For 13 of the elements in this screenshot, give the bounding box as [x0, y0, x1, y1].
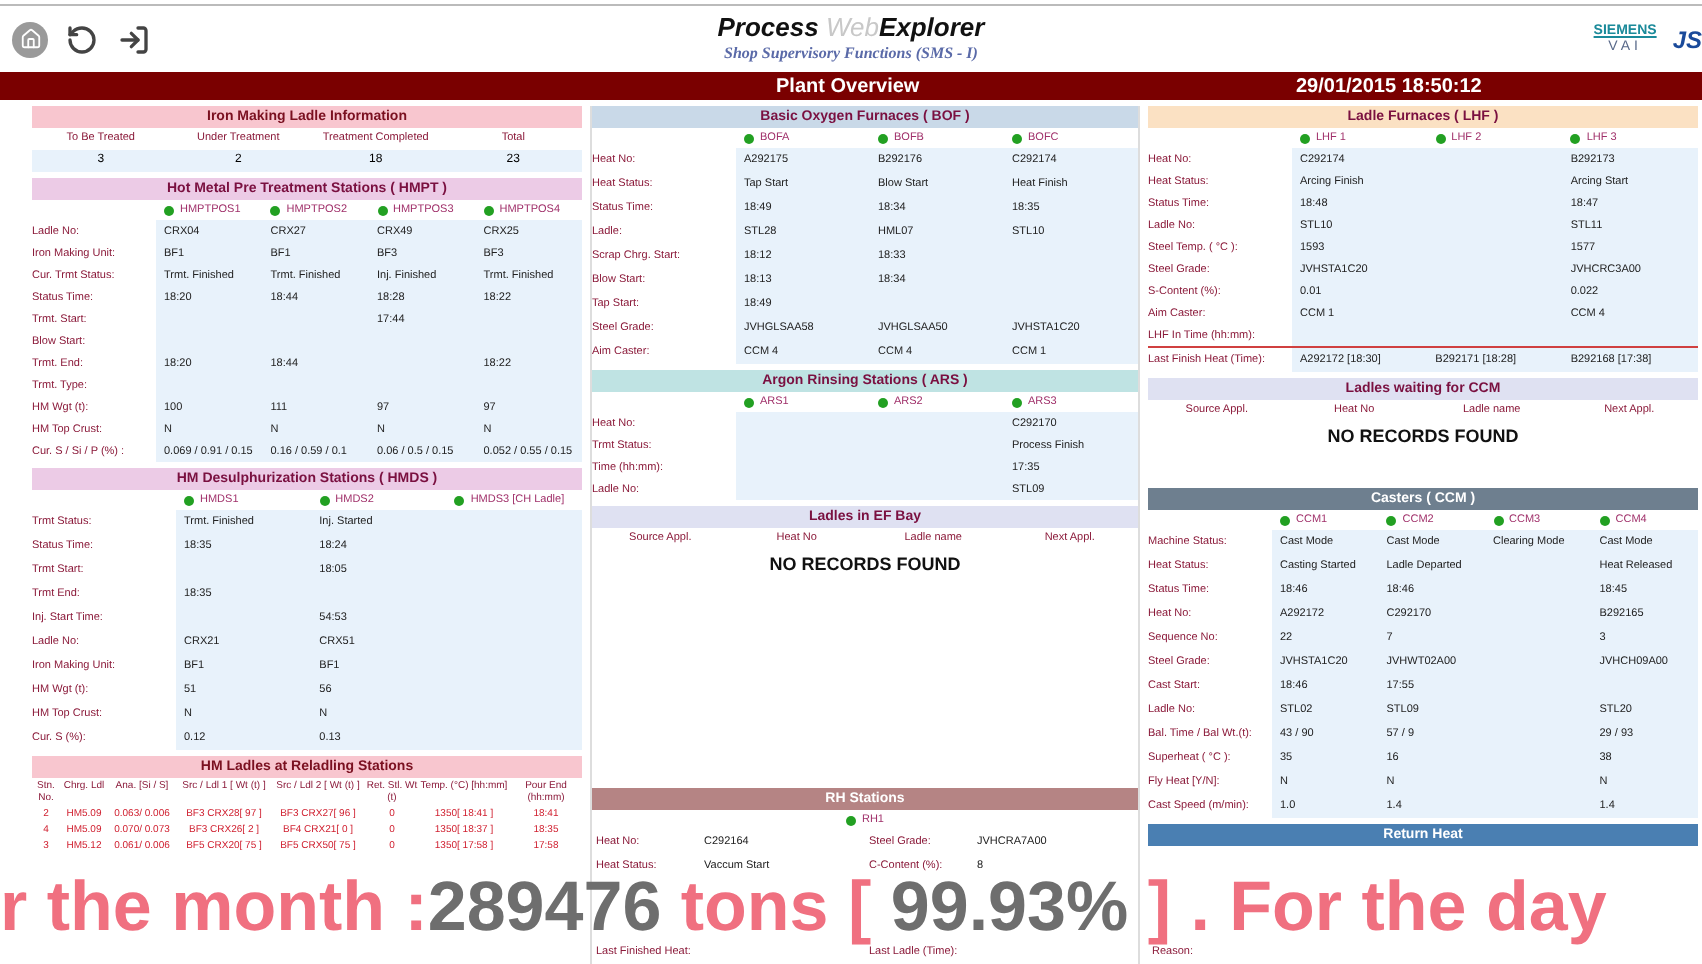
logout-button[interactable]: [116, 21, 152, 57]
home-icon: [19, 28, 41, 50]
ticker-text: r the month :289476 tons [ 99.93% ] . For the day: [0, 872, 1607, 942]
app-subtitle: Shop Supervisory Functions (SMS - I): [724, 42, 978, 66]
date-time: 29/01/2015 18:50:12: [1296, 73, 1482, 101]
empty-message: NO RECORDS FOUND: [767, 552, 963, 578]
logout-icon: [118, 23, 150, 55]
partner-logo: JS: [1672, 23, 1702, 57]
empty-message: NO RECORDS FOUND: [1325, 424, 1521, 450]
page-title: Plant Overview: [776, 73, 920, 101]
refresh-icon: [66, 23, 98, 55]
home-button[interactable]: [12, 21, 48, 57]
refresh-button[interactable]: [64, 21, 100, 57]
